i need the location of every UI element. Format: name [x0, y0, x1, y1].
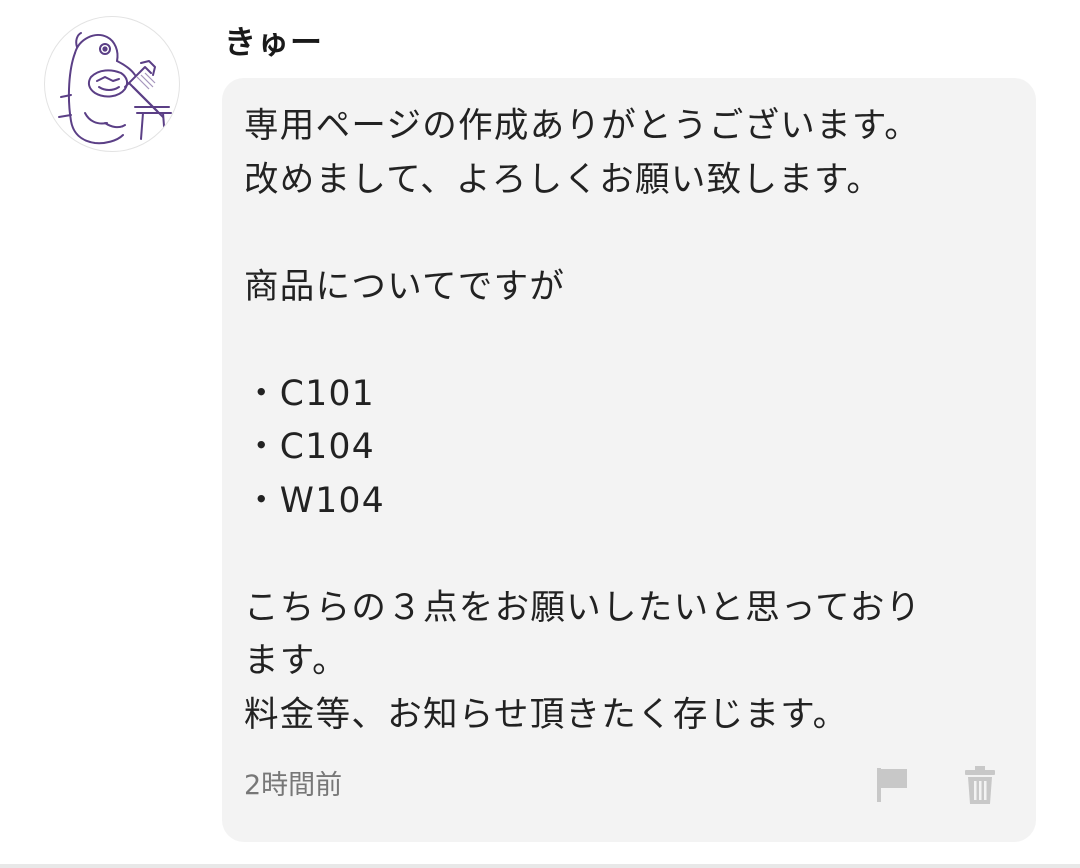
avatar[interactable] — [44, 16, 180, 152]
delete-button[interactable] — [960, 763, 1000, 807]
avatar-illustration — [58, 32, 172, 145]
divider — [0, 864, 1080, 868]
username[interactable]: きゅー — [224, 20, 323, 64]
flag-icon — [877, 768, 907, 802]
timestamp: 2時間前 — [244, 770, 343, 801]
trash-icon — [965, 766, 995, 804]
message-text: 専用ページの作成ありがとうございます。 改めまして、よろしくお願い致します。 商… — [244, 106, 922, 735]
message-bubble: 専用ページの作成ありがとうございます。 改めまして、よろしくお願い致します。 商… — [222, 78, 1036, 842]
report-button[interactable] — [872, 763, 912, 807]
message-post: きゅー 専用ページの作成ありがとうございます。 改めまして、よろしくお願い致しま… — [0, 0, 1080, 868]
